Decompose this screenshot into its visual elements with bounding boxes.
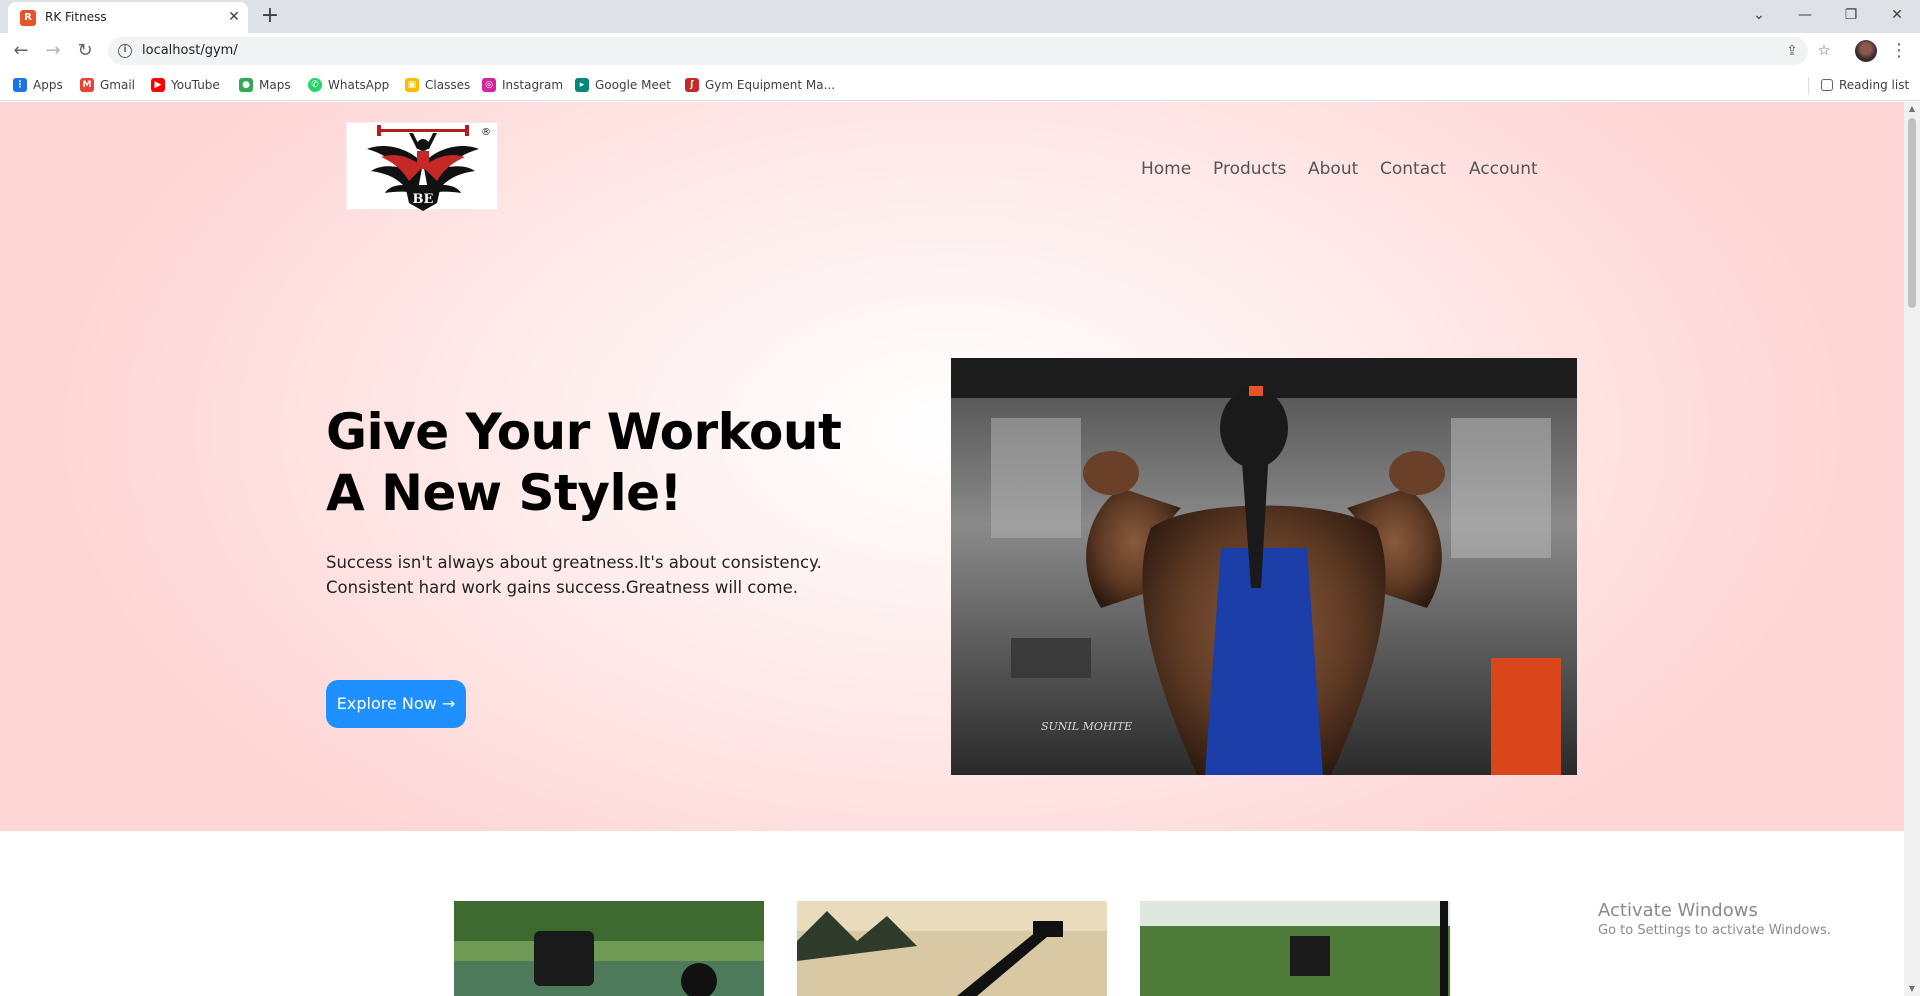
tab-search-icon[interactable]: ⌄ <box>1736 0 1782 33</box>
nav-account[interactable]: Account <box>1469 159 1538 179</box>
bookmark-label: Instagram <box>502 78 564 92</box>
bookmark-label: Gmail <box>100 78 136 92</box>
forward-icon[interactable]: → <box>41 39 65 63</box>
restore-icon[interactable]: ❐ <box>1828 0 1874 33</box>
gym-equipment-icon: ʃ <box>685 78 699 92</box>
hero-title: Give Your Workout A New Style! <box>326 402 842 524</box>
nav-home[interactable]: Home <box>1141 159 1191 179</box>
web-page: BE ® Home Products About Contact Account… <box>0 102 1904 996</box>
reading-list-button[interactable]: Reading list <box>1821 77 1909 93</box>
bookmark-label: Gym Equipment Ma... <box>705 78 836 92</box>
image-watermark: SUNIL MOHITE <box>1041 720 1132 733</box>
bookmarks-bar: ⋮ Apps M Gmail ▶ YouTube ● Maps ✆ WhatsA… <box>0 69 1920 101</box>
bookmark-label: Maps <box>259 78 291 92</box>
hero-title-line1: Give Your Workout <box>326 403 842 461</box>
apps-grid-icon: ⋮ <box>13 78 27 92</box>
hero-description: Success isn't always about greatness.It'… <box>326 553 822 597</box>
reload-icon[interactable]: ↻ <box>73 39 97 63</box>
bookmark-gym-equipment[interactable]: ʃ Gym Equipment Ma... <box>685 77 835 93</box>
hero-section: BE ® Home Products About Contact Account… <box>0 102 1904 831</box>
meet-icon: ▸ <box>575 78 589 92</box>
explore-now-button[interactable]: Explore Now → <box>326 680 466 728</box>
url-text[interactable]: localhost/gym/ <box>142 43 238 58</box>
new-tab-icon[interactable]: + <box>258 4 282 28</box>
bookmark-gmail[interactable]: M Gmail <box>80 77 135 93</box>
nav-contact[interactable]: Contact <box>1380 159 1446 179</box>
browser-tab[interactable]: R RK Fitness ✕ <box>8 2 248 33</box>
product-card-3-image[interactable] <box>1140 901 1450 996</box>
site-logo[interactable]: BE ® <box>346 122 498 211</box>
activate-windows-hint: Go to Settings to activate Windows. <box>1598 923 1831 938</box>
logo-initials: BE <box>413 192 434 207</box>
reading-list-label: Reading list <box>1839 78 1910 92</box>
nav-about[interactable]: About <box>1308 159 1358 179</box>
close-window-icon[interactable]: ✕ <box>1874 0 1920 33</box>
product-card-1-image[interactable] <box>454 901 764 996</box>
gmail-icon: M <box>80 78 94 92</box>
instagram-icon: ◎ <box>482 78 496 92</box>
bookmark-apps[interactable]: ⋮ Apps <box>13 77 63 93</box>
scrollbar-thumb[interactable] <box>1908 118 1916 308</box>
share-icon[interactable]: ⇪ <box>1782 41 1802 61</box>
bookmark-label: WhatsApp <box>328 78 390 92</box>
bookmarks-divider <box>1808 77 1809 94</box>
bookmark-label: Google Meet <box>595 78 671 92</box>
whatsapp-icon: ✆ <box>308 78 322 92</box>
bookmark-label: YouTube <box>171 78 220 92</box>
hero-title-line2: A New Style! <box>326 464 682 522</box>
logo-registered-mark: ® <box>481 127 491 138</box>
site-favicon-icon: R <box>20 10 36 26</box>
maps-pin-icon: ● <box>239 78 253 92</box>
back-icon[interactable]: ← <box>9 39 33 63</box>
scroll-down-icon[interactable]: ▼ <box>1904 982 1920 996</box>
tab-strip: R RK Fitness ✕ + ⌄ — ❐ ✕ <box>0 0 1920 33</box>
minimize-icon[interactable]: — <box>1782 0 1828 33</box>
bookmark-label: Classes <box>425 78 471 92</box>
site-info-icon[interactable]: i <box>118 44 132 58</box>
bookmark-youtube[interactable]: ▶ YouTube <box>151 77 220 93</box>
product-card-2-image[interactable] <box>797 901 1107 996</box>
bookmark-google-meet[interactable]: ▸ Google Meet <box>575 77 671 93</box>
browser-toolbar: ← → ↻ i localhost/gym/ ⇪ ☆ ⋮ <box>0 33 1920 69</box>
page-scrollbar[interactable]: ▲ ▼ <box>1904 102 1920 996</box>
activate-windows-title: Activate Windows <box>1598 900 1758 921</box>
address-bar[interactable]: i localhost/gym/ ⇪ ☆ <box>108 37 1830 65</box>
bookmark-star-icon[interactable]: ☆ <box>1814 41 1834 61</box>
logo-emblem-icon: BE ® <box>367 125 491 211</box>
bookmark-label: Apps <box>33 78 63 92</box>
activate-windows-watermark: Activate Windows Go to Settings to activ… <box>1598 900 1831 938</box>
tab-title: RK Fitness <box>45 10 107 24</box>
hero-bodybuilder-image: SUNIL MOHITE <box>951 358 1577 775</box>
youtube-icon: ▶ <box>151 78 165 92</box>
close-tab-icon[interactable]: ✕ <box>224 7 244 27</box>
nav-products[interactable]: Products <box>1213 159 1286 179</box>
scroll-up-icon[interactable]: ▲ <box>1904 102 1920 116</box>
browser-menu-icon[interactable]: ⋮ <box>1889 39 1909 63</box>
bookmark-whatsapp[interactable]: ✆ WhatsApp <box>308 77 389 93</box>
reading-list-icon <box>1821 79 1833 91</box>
bookmark-classes[interactable]: ▣ Classes <box>405 77 470 93</box>
classroom-icon: ▣ <box>405 78 419 92</box>
bookmark-maps[interactable]: ● Maps <box>239 77 291 93</box>
bookmark-instagram[interactable]: ◎ Instagram <box>482 77 563 93</box>
profile-avatar[interactable] <box>1855 40 1877 62</box>
